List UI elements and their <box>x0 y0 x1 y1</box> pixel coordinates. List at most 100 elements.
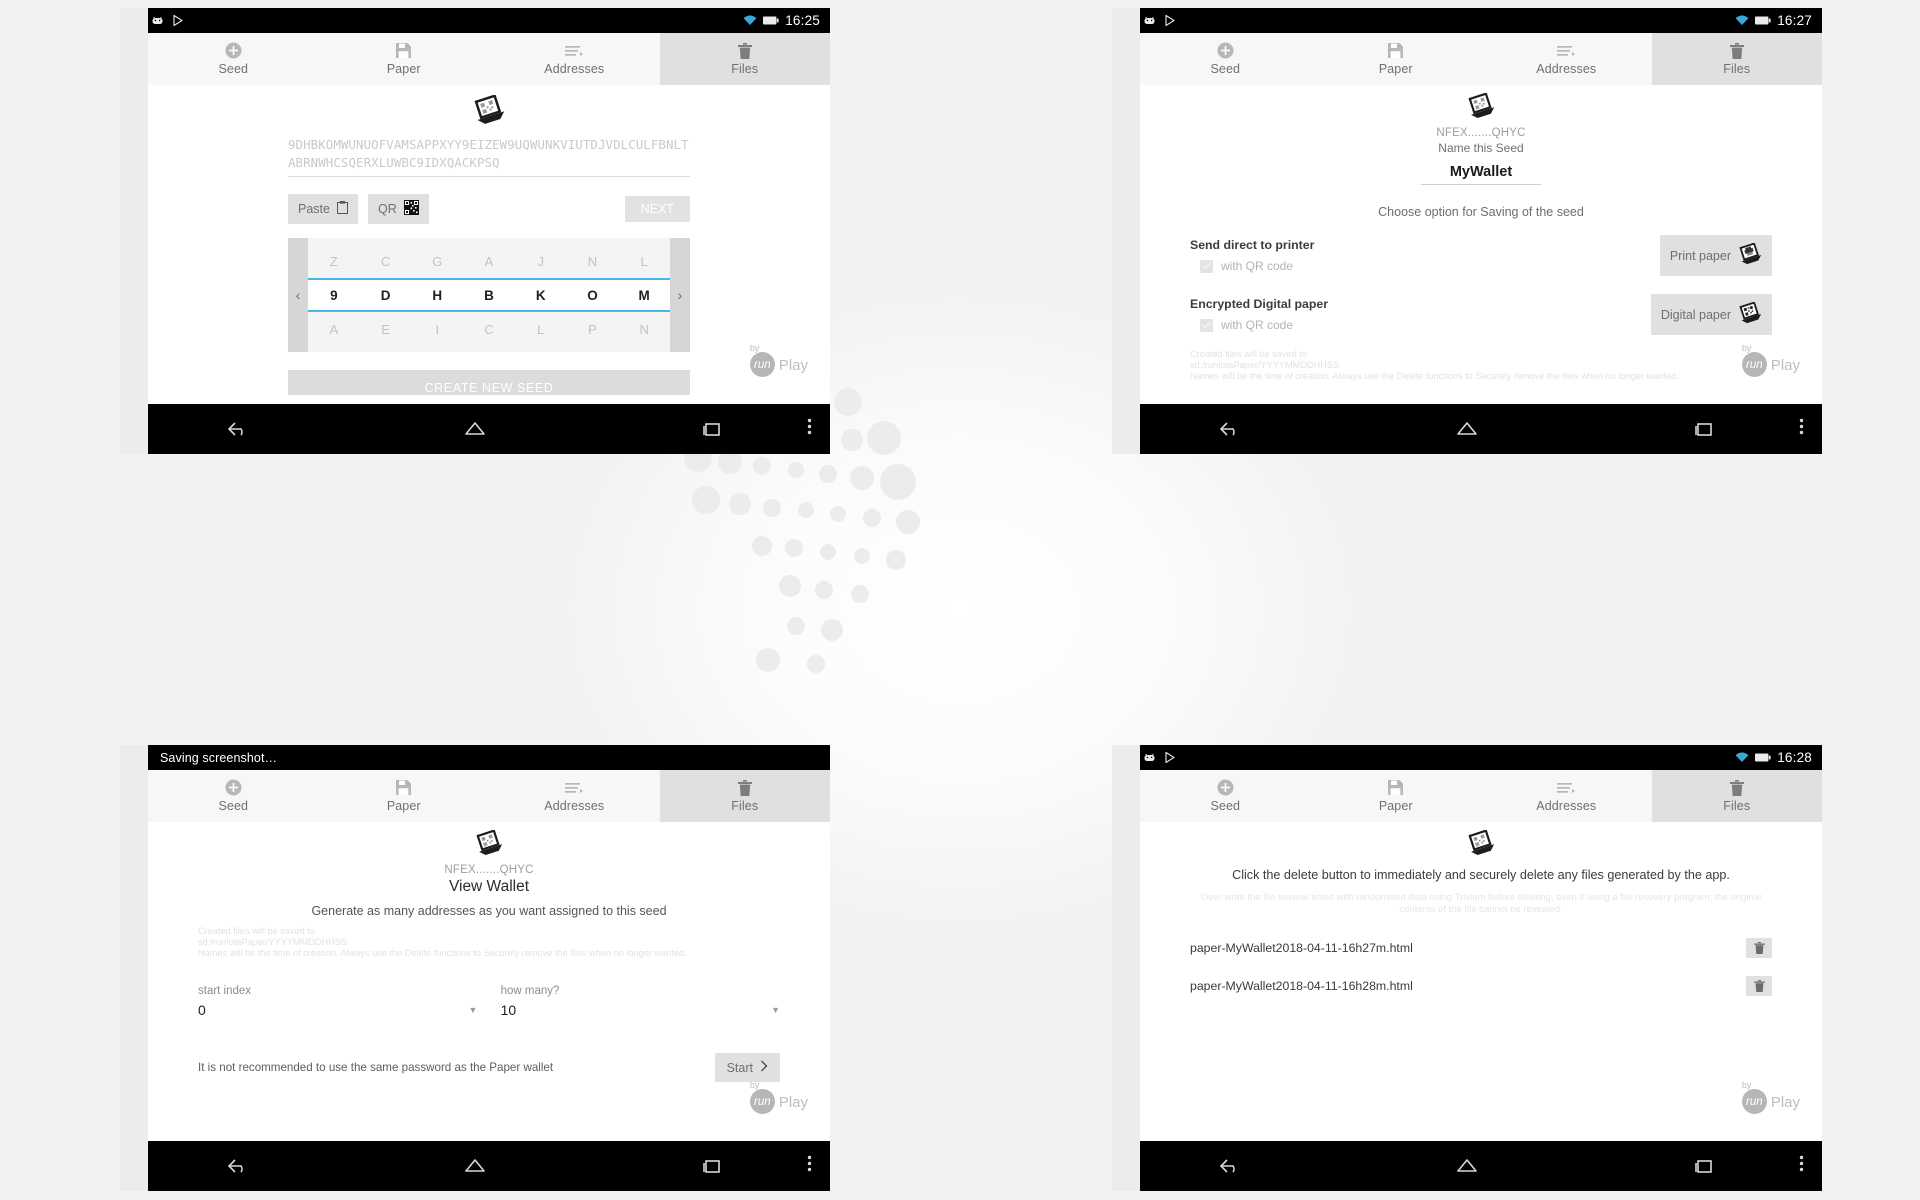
print-paper-button[interactable]: Print paper <box>1659 235 1772 276</box>
tab-paper[interactable]: Paper <box>319 33 490 85</box>
picker-cell[interactable]: A <box>308 322 360 337</box>
tab-files[interactable]: Files <box>1651 33 1822 85</box>
picker-cell[interactable]: E <box>360 322 412 337</box>
nav-back-button[interactable] <box>1112 1158 1349 1174</box>
tab-addresses[interactable]: Addresses <box>1481 770 1652 822</box>
picker-cell[interactable]: G <box>411 254 463 269</box>
picker-next-button[interactable]: › <box>670 238 690 352</box>
checkbox-checked-icon[interactable] <box>1200 259 1213 273</box>
seed-name-input[interactable]: MyWallet <box>1421 164 1541 185</box>
tab-label: Seed <box>218 799 249 813</box>
delete-file-button[interactable] <box>1746 976 1772 996</box>
picker-cell[interactable]: N <box>567 254 619 269</box>
tab-paper[interactable]: Paper <box>1311 33 1482 85</box>
picker-cell-selected[interactable]: K <box>515 288 567 303</box>
trash-icon <box>737 42 752 59</box>
name-seed-label: Name this Seed <box>1438 141 1524 155</box>
picker-cell-selected[interactable]: 9 <box>308 288 360 303</box>
next-button[interactable]: NEXT <box>624 196 690 222</box>
tab-seed[interactable]: Seed <box>1140 770 1311 822</box>
tab-files[interactable]: Files <box>659 33 830 85</box>
tab-seed[interactable]: Seed <box>148 770 319 822</box>
picker-cell-selected[interactable]: D <box>360 288 412 303</box>
picker-cell[interactable]: Z <box>308 254 360 269</box>
android-nav-bar <box>120 1141 830 1191</box>
print-qr-checkbox-row[interactable]: with QR code <box>1200 259 1314 273</box>
paste-button[interactable]: Paste <box>288 194 358 224</box>
watermark-play: Play <box>1770 1094 1800 1111</box>
picker-cell[interactable]: C <box>360 254 412 269</box>
picker-cell[interactable]: I <box>411 322 463 337</box>
picker-row-bottom: A E I C L P N <box>308 312 670 346</box>
picker-cell[interactable]: L <box>618 254 670 269</box>
play-icon <box>1165 14 1176 27</box>
start-button[interactable]: Start <box>714 1053 780 1082</box>
picker-cell[interactable]: C <box>463 322 515 337</box>
picker-cell[interactable]: P <box>567 322 619 337</box>
save-floppy-icon <box>1388 42 1404 59</box>
nav-back-button[interactable] <box>1112 421 1349 437</box>
picker-cell-selected[interactable]: M <box>618 288 670 303</box>
list-icon <box>565 779 584 796</box>
picker-cell[interactable]: L <box>515 322 567 337</box>
tab-paper[interactable]: Paper <box>1311 770 1482 822</box>
digital-qr-checkbox-label: with QR code <box>1221 318 1294 332</box>
create-new-seed-button[interactable]: CREATE NEW SEED <box>288 370 690 395</box>
nav-recents-button[interactable] <box>1585 1158 1822 1174</box>
digital-option-title: Encrypted Digital paper <box>1190 297 1329 311</box>
digital-qr-checkbox-row[interactable]: with QR code <box>1200 318 1328 332</box>
nav-overflow-button[interactable] <box>1799 1155 1804 1177</box>
password-recommendation-note: It is not recommended to use the same pa… <box>198 1061 554 1074</box>
phone-screenshot-2: 16:27 Seed Paper Addresses Files NFEX...… <box>1112 8 1822 454</box>
watermark-play: Play <box>778 1094 808 1111</box>
chevron-down-icon[interactable]: ▼ <box>771 1002 780 1018</box>
nav-home-button[interactable] <box>357 1158 594 1174</box>
tab-addresses[interactable]: Addresses <box>489 770 660 822</box>
tab-seed[interactable]: Seed <box>148 33 319 85</box>
picker-cell[interactable]: A <box>463 254 515 269</box>
nav-home-button[interactable] <box>357 421 594 437</box>
nav-home-button[interactable] <box>1349 421 1586 437</box>
tab-addresses[interactable]: Addresses <box>489 33 660 85</box>
picker-cell[interactable]: J <box>515 254 567 269</box>
how-many-spinner[interactable]: how many? 10 ▼ <box>501 985 780 1021</box>
runplay-watermark: by run Play <box>1741 1080 1800 1114</box>
delete-file-button[interactable] <box>1746 938 1772 958</box>
seed-display[interactable]: 9DHBKOMWUNUOFVAMSAPPXYY9EIZEW9UQWUNKVIUT… <box>288 136 690 177</box>
picker-prev-button[interactable]: ‹ <box>288 238 308 352</box>
picker-cell-selected[interactable]: B <box>463 288 515 303</box>
printer-paper-icon <box>1738 242 1762 268</box>
nav-back-button[interactable] <box>120 421 357 437</box>
tab-paper[interactable]: Paper <box>319 770 490 822</box>
tab-seed[interactable]: Seed <box>1140 33 1311 85</box>
nav-back-button[interactable] <box>120 1158 357 1174</box>
tab-files[interactable]: Files <box>1651 770 1822 822</box>
tab-label: Paper <box>1378 62 1413 76</box>
digital-paper-button[interactable]: Digital paper <box>1650 294 1772 335</box>
nav-overflow-button[interactable] <box>807 418 812 440</box>
picker-cell[interactable]: N <box>618 322 670 337</box>
start-index-spinner[interactable]: start index 0 ▼ <box>198 985 477 1021</box>
plus-circle-icon <box>1217 779 1234 796</box>
files-disclaimer-text: Created files will be saved to sd:/runIo… <box>1190 349 1679 381</box>
nav-recents-button[interactable] <box>1585 421 1822 437</box>
picker-cell-selected[interactable]: O <box>567 288 619 303</box>
delete-subnote: Over-write the file several times with r… <box>1200 892 1762 915</box>
seed-character-picker: ‹ Z C G A J N L 9 D H B K O M A E I C L … <box>288 238 690 352</box>
tab-files[interactable]: Files <box>659 770 830 822</box>
tab-addresses[interactable]: Addresses <box>1481 33 1652 85</box>
nav-home-button[interactable] <box>1349 1158 1586 1174</box>
checkbox-checked-icon[interactable] <box>1200 318 1213 332</box>
screen-edge-rail <box>120 745 148 1191</box>
generate-addresses-subtitle: Generate as many addresses as you want a… <box>311 904 667 918</box>
tab-label: Addresses <box>1536 62 1597 76</box>
runplay-watermark: by run Play <box>1741 343 1800 377</box>
picker-cell-selected[interactable]: H <box>411 288 463 303</box>
battery-icon <box>763 16 779 25</box>
nav-overflow-button[interactable] <box>807 1155 812 1177</box>
nav-recents-button[interactable] <box>593 1158 830 1174</box>
chevron-down-icon[interactable]: ▼ <box>468 1002 477 1018</box>
nav-recents-button[interactable] <box>593 421 830 437</box>
qr-scan-button[interactable]: QR <box>367 194 429 224</box>
nav-overflow-button[interactable] <box>1799 418 1804 440</box>
